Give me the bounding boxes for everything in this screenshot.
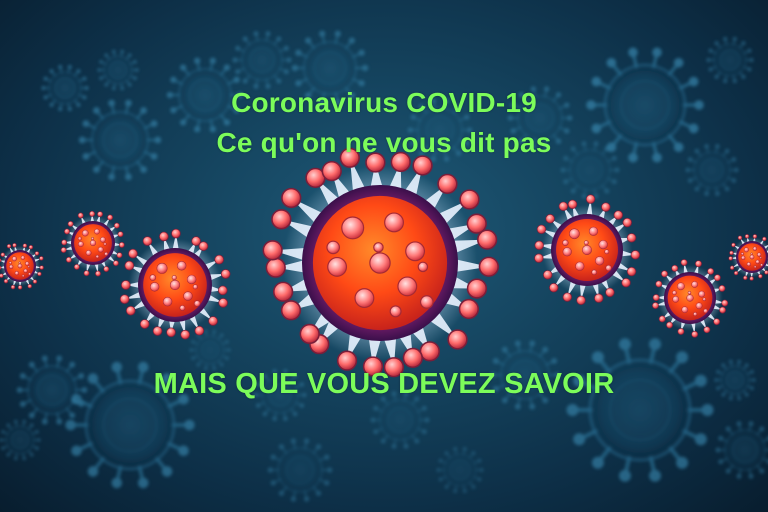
virus-icon (652, 259, 729, 338)
background-virus (97, 49, 139, 91)
virus-icon (119, 228, 231, 340)
background-virus (232, 31, 292, 89)
virus-icon (0, 243, 44, 290)
virus-icon (728, 234, 768, 281)
background-virus (267, 438, 333, 502)
virus-icon (262, 147, 499, 378)
virus-icon (60, 210, 125, 277)
headline-line-1: Coronavirus COVID-19 (231, 87, 537, 118)
background-virus (0, 419, 41, 461)
background-virus (566, 338, 714, 482)
virus-icon (534, 194, 641, 306)
covid-banner: Coronavirus COVID-19 Ce qu'on ne vous di… (0, 0, 768, 512)
background-virus (436, 447, 484, 493)
background-virus (706, 37, 754, 83)
tagline: MAIS QUE VOUS DEVEZ SAVOIR (153, 368, 615, 400)
virus-illustration (0, 30, 768, 502)
background-virus (715, 421, 768, 479)
background-virus (189, 329, 231, 371)
headline-line-2: Ce qu'on ne vous dit pas (216, 127, 552, 158)
